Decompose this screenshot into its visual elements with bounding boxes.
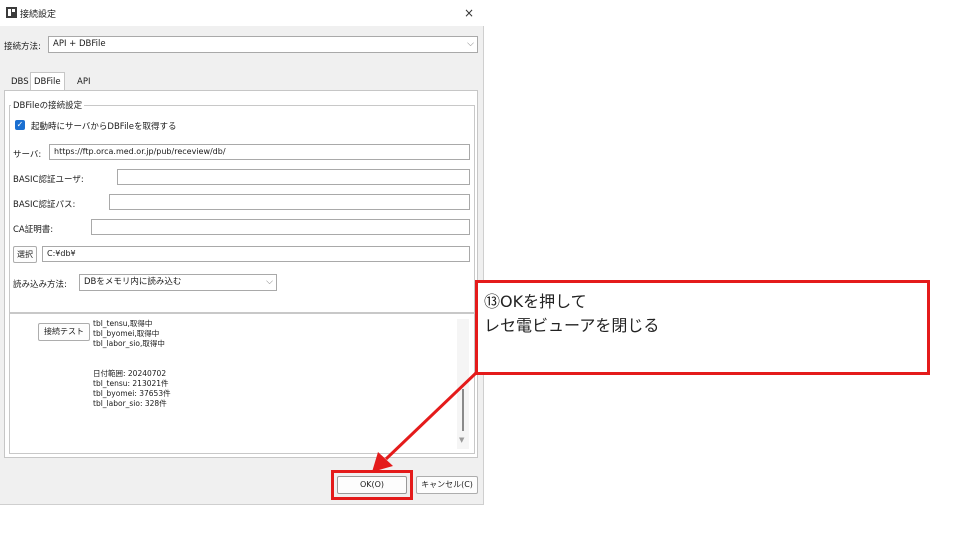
annotation-arrow — [372, 371, 478, 472]
